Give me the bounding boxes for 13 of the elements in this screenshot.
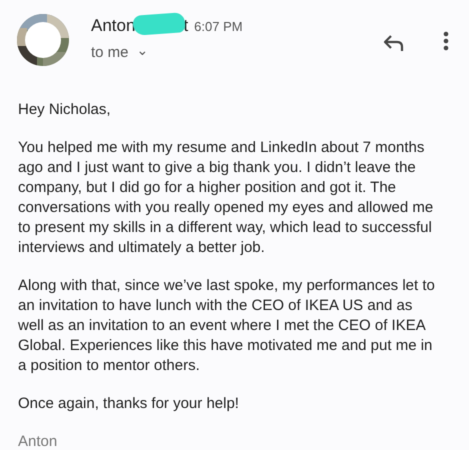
body-paragraph: Once again, thanks for your help!	[18, 394, 240, 414]
time-label: 6:07 PM	[194, 18, 243, 34]
body-paragraph: You helped me with my resume and LinkedIn about 7 months ago and I just want to give a big thank you. I didn’t leave the company, but I did go for a higher position and got it. The conversations with you really opened my eyes and allowed me to present my skills in a different way, which lead to successful interviews and ultimately a better job.	[18, 138, 434, 258]
body-paragraph: Along with that, since we’ve last spoke, my performances let to an invitation to have lunch with the CEO of IKEA US and as well as an invitation to an event where I met the CEO of IKEA Global. Experiences like this have motivated me and put me in a position to mentor others.	[18, 276, 436, 376]
greeting-text: Hey Nicholas,	[18, 100, 112, 120]
sender-name: Anton	[91, 16, 136, 36]
signature-text: Anton	[18, 432, 58, 450]
sender-name: t	[183, 16, 188, 36]
recipient-label[interactable]: to me	[91, 44, 129, 61]
caret-icon[interactable]: ⌄	[136, 42, 149, 56]
redaction-mark	[132, 12, 186, 36]
more-icon[interactable]	[443, 31, 449, 51]
reply-icon[interactable]	[383, 34, 405, 52]
